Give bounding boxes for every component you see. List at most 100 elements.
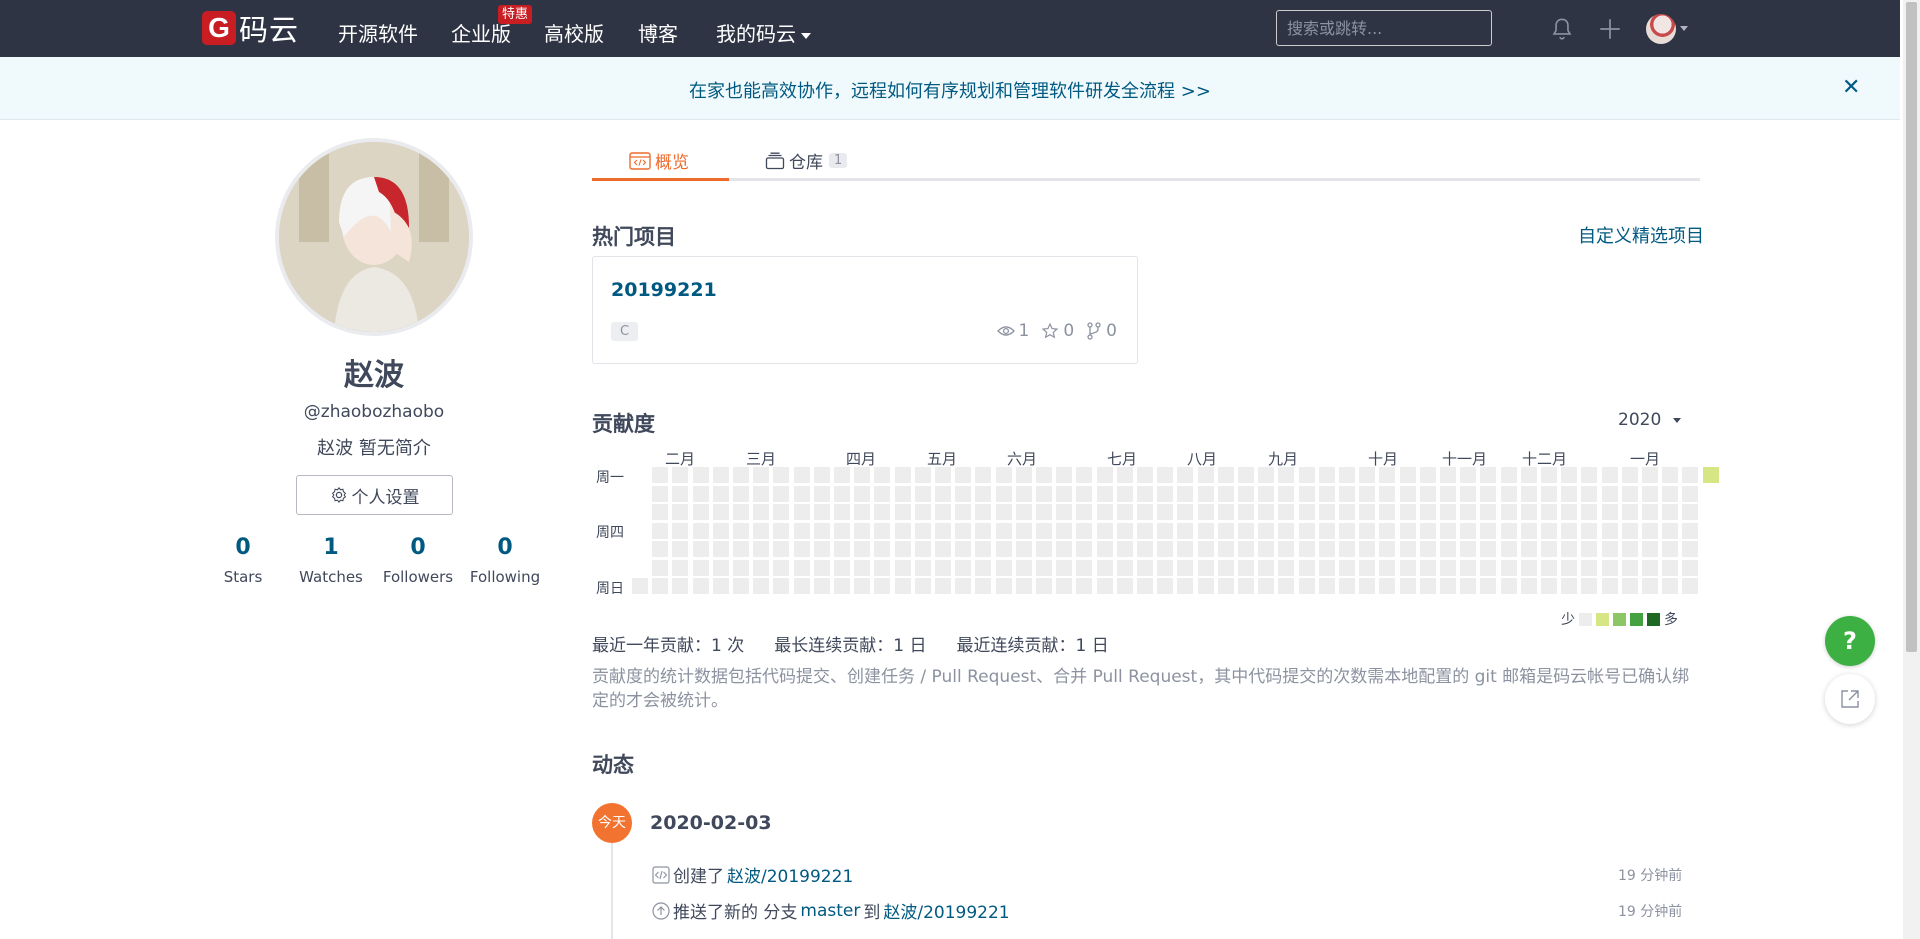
contribution-cell xyxy=(1036,541,1052,557)
contribution-cell xyxy=(1258,578,1275,594)
contribution-cell xyxy=(1541,541,1557,557)
eye-icon xyxy=(996,326,1015,336)
gitee-logo[interactable]: G 码云 xyxy=(202,11,299,47)
fork-stat[interactable]: 0 xyxy=(1086,321,1117,341)
contribution-cell xyxy=(712,467,729,483)
contribution-cell xyxy=(1056,578,1073,594)
help-button[interactable]: ? xyxy=(1825,616,1875,666)
contribution-cell xyxy=(1137,467,1153,483)
star-icon xyxy=(1041,322,1059,339)
stat-stars[interactable]: 0 Stars xyxy=(198,535,288,586)
contribution-cell xyxy=(955,522,972,539)
contribution-cell xyxy=(1621,522,1638,539)
contribution-cell xyxy=(1298,559,1315,576)
contribution-cell xyxy=(793,559,810,576)
tab-overview[interactable]: 概览 xyxy=(629,148,689,173)
contribution-cell xyxy=(1359,578,1376,594)
contribution-cell xyxy=(914,578,931,594)
nav-open-source[interactable]: 开源软件 xyxy=(338,18,418,47)
contribution-cell xyxy=(1399,522,1416,539)
contribution-cell xyxy=(1419,522,1436,539)
contribution-cell xyxy=(1056,467,1073,483)
contribution-cell xyxy=(1399,541,1416,557)
tab-repositories[interactable]: 仓库 1 xyxy=(765,148,848,173)
search-input[interactable] xyxy=(1276,10,1492,46)
contribution-cell xyxy=(1460,504,1477,520)
contribution-cell xyxy=(1601,522,1618,539)
contribution-cell xyxy=(1460,485,1477,502)
contribution-cell xyxy=(1440,467,1456,483)
avatar-illustration xyxy=(279,142,469,332)
promo-badge: 特惠 xyxy=(498,5,533,24)
contribution-cell xyxy=(1137,522,1153,539)
contribution-cell xyxy=(1197,541,1214,557)
contribution-cell xyxy=(914,467,931,483)
contribution-cell xyxy=(1157,541,1174,557)
chevron-down-icon xyxy=(801,32,811,39)
contribution-cell xyxy=(1056,541,1073,557)
contribution-cell xyxy=(894,578,911,594)
project-name-link[interactable]: 20199221 xyxy=(611,279,717,301)
contribution-cell xyxy=(1036,522,1052,539)
contribution-cell xyxy=(1581,559,1598,576)
personal-settings-button[interactable]: 个人设置 xyxy=(296,475,453,515)
contribution-cell xyxy=(1379,467,1396,483)
stat-following[interactable]: 0 Following xyxy=(460,535,550,586)
contribution-cell xyxy=(813,485,830,502)
contribution-cell xyxy=(1601,541,1618,557)
nav-blog[interactable]: 博客 xyxy=(638,18,678,47)
contribution-cell xyxy=(955,541,972,557)
banner-link[interactable]: 在家也能高效协作，远程如何有序规划和管理软件研发全流程 >> xyxy=(0,77,1900,103)
contribution-cell xyxy=(793,504,810,520)
contribution-cell xyxy=(753,578,770,594)
share-button[interactable] xyxy=(1825,674,1875,724)
contribution-cell xyxy=(813,578,830,594)
contribution-cell xyxy=(813,541,830,557)
branch-link[interactable]: master xyxy=(800,901,860,921)
contribution-cell xyxy=(1541,504,1557,520)
year-select[interactable]: 2020 xyxy=(1618,410,1661,430)
contribution-cell xyxy=(1076,522,1093,539)
contribution-cell xyxy=(1318,467,1335,483)
contribution-cell xyxy=(1298,541,1315,557)
contribution-cell xyxy=(1642,485,1658,502)
bell-icon[interactable] xyxy=(1549,16,1575,42)
contribution-cell xyxy=(1177,522,1194,539)
fork-icon xyxy=(1087,322,1101,340)
contribution-title: 贡献度 xyxy=(592,412,655,436)
stat-label: Following xyxy=(469,568,541,586)
nav-my-gitee[interactable]: 我的码云 xyxy=(716,18,811,47)
watch-stat[interactable]: 1 xyxy=(996,321,1029,341)
contribution-cell xyxy=(1621,559,1638,576)
stat-followers[interactable]: 0 Followers xyxy=(373,535,463,586)
contribution-cell xyxy=(1581,578,1598,594)
contribution-cell xyxy=(1682,578,1699,594)
project-card[interactable]: 20199221 C 1 0 0 xyxy=(592,256,1138,364)
tabs-underline xyxy=(592,178,1700,181)
stat-num: 1 xyxy=(323,535,339,560)
contribution-cell xyxy=(1399,504,1416,520)
contribution-cell xyxy=(1157,578,1174,594)
contribution-cell xyxy=(1298,467,1315,483)
contribution-cell xyxy=(1015,559,1032,576)
repo-link[interactable]: 赵波/20199221 xyxy=(883,898,1009,923)
contribution-cell xyxy=(1278,504,1295,520)
contribution-cell xyxy=(1440,559,1456,576)
contribution-cell xyxy=(1036,485,1052,502)
scrollbar-thumb[interactable] xyxy=(1906,2,1917,652)
nav-education[interactable]: 高校版 xyxy=(544,18,604,47)
chevron-down-icon[interactable] xyxy=(1673,418,1681,423)
stat-watches[interactable]: 1 Watches xyxy=(286,535,376,586)
contribution-cell xyxy=(692,504,709,520)
repo-link[interactable]: 赵波/20199221 xyxy=(727,862,853,887)
contribution-cell xyxy=(1339,559,1355,576)
star-stat[interactable]: 0 xyxy=(1041,321,1074,341)
contribution-cell xyxy=(1197,559,1214,576)
customize-projects-link[interactable]: 自定义精选项目 xyxy=(1578,222,1704,248)
close-icon[interactable]: ✕ xyxy=(1842,75,1860,100)
plus-icon[interactable] xyxy=(1597,16,1623,42)
month-label: 六月 xyxy=(1007,450,1038,468)
contribution-cell xyxy=(1500,504,1517,520)
avatar-caret-icon[interactable] xyxy=(1680,26,1688,31)
user-avatar-small[interactable] xyxy=(1646,14,1676,44)
